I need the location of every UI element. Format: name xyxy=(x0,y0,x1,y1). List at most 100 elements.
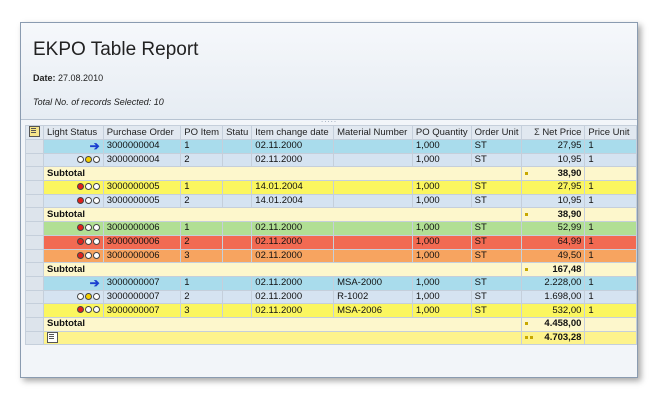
subtotal-row: Subtotal 167,48 xyxy=(25,262,637,277)
net-price-cell: 2.228,00 xyxy=(521,275,586,291)
traffic-light-yellow-icon xyxy=(76,154,100,166)
subtotal-label: Subtotal xyxy=(42,207,523,223)
row-selector[interactable] xyxy=(25,289,44,305)
date-value: 27.08.2010 xyxy=(58,73,104,83)
column-header-light-status[interactable]: Light Status xyxy=(43,125,104,140)
price-unit-cell xyxy=(584,262,637,277)
light-status-cell xyxy=(43,221,104,236)
row-selector[interactable] xyxy=(25,303,44,318)
row-selector[interactable] xyxy=(25,207,44,223)
material-number-cell xyxy=(333,221,413,236)
status-cell xyxy=(222,303,253,318)
purchase-order-cell[interactable]: 3000000007 xyxy=(102,275,182,291)
po-item-cell: 1 xyxy=(180,139,224,154)
item-change-date-cell: 02.11.2000 xyxy=(251,234,335,250)
net-price-cell: 10,95 xyxy=(521,152,586,168)
report-header: EKPO Table Report Date: 27.08.2010 Total… xyxy=(21,23,637,124)
subtotal-value: 167,48 xyxy=(521,262,586,277)
po-item-cell: 2 xyxy=(180,289,224,305)
traffic-light-yellow-icon xyxy=(76,291,100,303)
status-cell xyxy=(222,289,253,305)
row-selector[interactable] xyxy=(25,139,44,154)
row-selector[interactable] xyxy=(25,330,44,346)
status-cell xyxy=(222,275,253,291)
row-selector[interactable] xyxy=(25,316,44,332)
splitter-handle[interactable]: ..... xyxy=(321,115,337,124)
item-change-date-cell: 02.11.2000 xyxy=(251,289,335,305)
status-cell xyxy=(222,180,253,195)
net-price-cell: 1.698,00 xyxy=(521,289,586,305)
table-row: 3000000006 3 02.11.2000 1,000 ST 49,50 1 xyxy=(25,248,637,264)
status-cell xyxy=(222,193,253,209)
po-item-cell: 2 xyxy=(180,152,224,168)
purchase-order-cell[interactable]: 3000000006 xyxy=(102,234,182,250)
net-price-cell: 52,99 xyxy=(521,221,586,236)
column-header-item-change-date[interactable]: Item change date xyxy=(251,125,335,140)
item-change-date-cell: 02.11.2000 xyxy=(251,303,335,318)
table-row: 3000000006 1 02.11.2000 1,000 ST 52,99 1 xyxy=(25,221,637,236)
header-row: Light Status Purchase Order PO Item Stat… xyxy=(25,125,637,140)
purchase-order-cell[interactable]: 3000000007 xyxy=(102,289,182,305)
table-row: ➔ 3000000004 1 02.11.2000 1,000 ST 27,95 1 xyxy=(25,139,637,154)
traffic-light-red-icon xyxy=(76,182,100,194)
order-unit-cell: ST xyxy=(470,234,523,250)
subtotal-value: 4.458,00 xyxy=(521,316,586,332)
traffic-light-red-icon xyxy=(76,223,100,235)
order-unit-cell: ST xyxy=(470,289,523,305)
purchase-order-cell[interactable]: 3000000006 xyxy=(102,248,182,264)
net-price-cell: 27,95 xyxy=(521,180,586,195)
order-unit-cell: ST xyxy=(470,152,523,168)
column-header-material-number[interactable]: Material Number xyxy=(333,125,413,140)
po-quantity-cell: 1,000 xyxy=(411,275,472,291)
traffic-light-red-icon xyxy=(76,195,100,207)
order-unit-cell: ST xyxy=(470,193,523,209)
row-selector[interactable] xyxy=(25,193,44,209)
row-selector[interactable] xyxy=(25,166,44,182)
grand-total-value: 4.703,28 xyxy=(521,330,586,346)
purchase-order-cell[interactable]: 3000000004 xyxy=(102,152,182,168)
grand-total-row: 4.703,28 xyxy=(25,330,637,346)
row-selector[interactable] xyxy=(25,262,44,277)
order-unit-cell: ST xyxy=(470,139,523,154)
layout-settings-button[interactable] xyxy=(25,125,44,140)
purchase-order-cell[interactable]: 3000000006 xyxy=(102,221,182,236)
row-selector[interactable] xyxy=(25,152,44,168)
price-unit-cell: 1 xyxy=(584,289,637,305)
purchase-order-cell[interactable]: 3000000007 xyxy=(102,303,182,318)
purchase-order-cell[interactable]: 3000000005 xyxy=(102,180,182,195)
row-selector[interactable] xyxy=(25,275,44,291)
price-unit-cell xyxy=(584,207,637,223)
po-item-cell: 1 xyxy=(180,180,224,195)
column-header-order-unit[interactable]: Order Unit xyxy=(470,125,523,140)
po-item-cell: 1 xyxy=(180,275,224,291)
column-header-status[interactable]: Statu xyxy=(222,125,253,140)
column-header-price-unit[interactable]: Price Unit xyxy=(584,125,637,140)
po-quantity-cell: 1,000 xyxy=(411,152,472,168)
item-change-date-cell: 02.11.2000 xyxy=(251,221,335,236)
net-price-cell: 532,00 xyxy=(521,303,586,318)
order-unit-cell: ST xyxy=(470,275,523,291)
traffic-light-red-icon xyxy=(76,236,100,248)
column-header-po-item[interactable]: PO Item xyxy=(180,125,224,140)
light-status-cell xyxy=(43,289,104,305)
subtotal-amount: 4.703,28 xyxy=(544,331,582,343)
row-selector[interactable] xyxy=(25,221,44,236)
column-header-net-price[interactable]: Σ Net Price xyxy=(521,125,586,140)
purchase-order-cell[interactable]: 3000000005 xyxy=(102,193,182,209)
column-header-po-quantity[interactable]: PO Quantity xyxy=(411,125,472,140)
status-cell xyxy=(222,139,253,154)
item-change-date-cell: 02.11.2000 xyxy=(251,248,335,264)
purchase-order-cell[interactable]: 3000000004 xyxy=(102,139,182,154)
row-selector[interactable] xyxy=(25,234,44,250)
status-cell xyxy=(222,248,253,264)
summary-icon xyxy=(47,332,58,343)
material-number-cell xyxy=(333,248,413,264)
subtotal-amount: 4.458,00 xyxy=(544,318,582,330)
report-grid: Light Status Purchase Order PO Item Stat… xyxy=(25,125,637,346)
po-quantity-cell: 1,000 xyxy=(411,289,472,305)
net-price-cell: 27,95 xyxy=(521,139,586,154)
column-header-purchase-order[interactable]: Purchase Order xyxy=(102,125,182,140)
table-row: 3000000004 2 02.11.2000 1,000 ST 10,95 1 xyxy=(25,152,637,168)
row-selector[interactable] xyxy=(25,248,44,264)
row-selector[interactable] xyxy=(25,180,44,195)
